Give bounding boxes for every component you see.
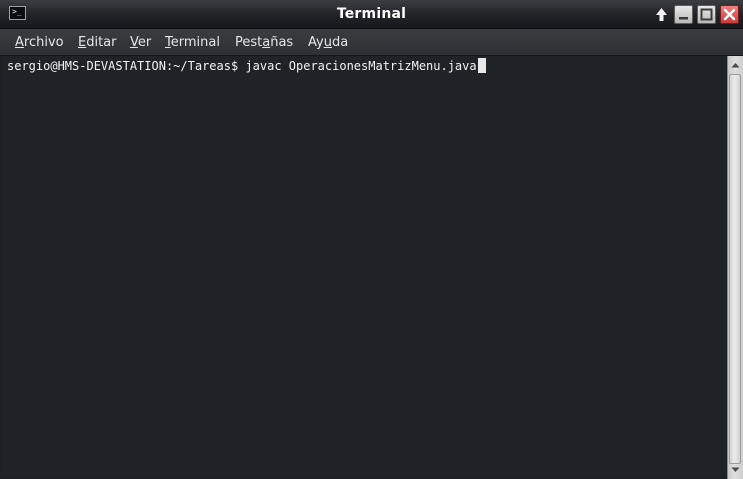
menu-archivo[interactable]: Archivo — [15, 29, 64, 56]
text-cursor — [477, 58, 486, 73]
terminal-output[interactable]: sergio@HMS-DEVASTATION:~/Tareas$ javac O… — [1, 56, 727, 477]
scroll-up-arrow-icon[interactable] — [728, 58, 743, 72]
scroll-thumb[interactable] — [729, 74, 741, 464]
window-title: Terminal — [336, 6, 407, 22]
menu-editar-mnemonic: E — [78, 35, 87, 50]
menu-ayuda-pre: Ay — [308, 35, 324, 50]
shade-button[interactable] — [652, 5, 671, 24]
menu-archivo-label: rchivo — [23, 35, 64, 50]
menu-ver[interactable]: Ver — [130, 29, 151, 56]
close-icon — [723, 8, 736, 21]
vertical-scrollbar[interactable] — [727, 56, 743, 479]
menu-ayuda-mnemonic: u — [323, 35, 332, 50]
menu-editar[interactable]: Editar — [78, 29, 117, 56]
menu-ver-mnemonic: V — [130, 35, 138, 50]
close-button[interactable] — [720, 5, 739, 24]
maximize-button[interactable] — [697, 5, 716, 24]
menu-pestanas[interactable]: Pestañas — [235, 29, 293, 56]
menu-editar-label: ditar — [86, 35, 117, 50]
menu-archivo-mnemonic: A — [15, 35, 24, 50]
title-bar[interactable]: >_ Terminal — [0, 0, 743, 29]
shell-prompt: sergio@HMS-DEVASTATION:~/Tareas$ — [7, 59, 246, 73]
maximize-icon — [700, 8, 713, 21]
shell-command: javac OperacionesMatrizMenu.java — [245, 59, 477, 73]
terminal-window: >_ Terminal Archivo Editar Ver Terminal … — [0, 0, 743, 479]
arrow-up-icon — [656, 8, 667, 21]
menu-terminal[interactable]: Terminal — [165, 29, 220, 56]
menu-bar: Archivo Editar Ver Terminal Pestañas Ayu… — [0, 29, 743, 56]
menu-pestanas-pre: Pest — [235, 35, 263, 50]
minimize-icon — [679, 17, 688, 20]
minimize-button[interactable] — [674, 5, 693, 24]
menu-terminal-label: erminal — [170, 35, 220, 50]
scroll-down-arrow-icon[interactable] — [728, 463, 743, 477]
menu-ver-label: er — [137, 35, 152, 50]
menu-pestanas-label: ñas — [270, 35, 294, 50]
terminal-line: sergio@HMS-DEVASTATION:~/Tareas$ javac O… — [7, 58, 486, 74]
menu-ayuda-label: da — [331, 35, 349, 50]
menu-ayuda[interactable]: Ayuda — [308, 29, 348, 56]
